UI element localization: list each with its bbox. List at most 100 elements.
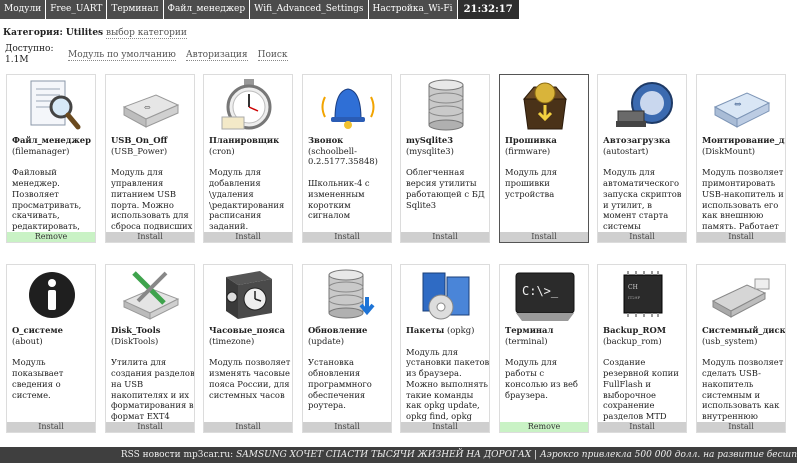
remove-button[interactable]: Remove [7,232,95,242]
packages-icon [411,267,481,323]
database-icon [411,77,481,133]
module-description: Модуль для работы с консолью из веб брау… [505,357,578,400]
module-text: Пакеты (opkg) Модуль для установки пакето… [406,325,490,421]
module-card[interactable]: Пакеты (opkg) Модуль для установки пакето… [400,264,490,433]
module-description: Модуль для прошивки устройства [505,167,558,199]
module-description: Модуль для автоматического запуска скрип… [603,167,682,231]
module-title: Звонок [308,135,344,145]
module-card[interactable]: Прошивка (firmware) Модуль для прошивки у… [499,74,589,243]
module-card[interactable]: Звонок (schoolbell-0.2.5177.35848) Школьн… [302,74,392,243]
module-text: Автозагрузка (autostart) Модуль для автом… [603,135,686,231]
rss-ticker: RSS новости mp3car.ru: SAMSUNG ХОЧЕТ СПА… [0,447,797,463]
module-card[interactable]: ⇔ Монтирование_диск (DiskMount) Модуль поз… [696,74,786,243]
rss-item[interactable]: SAMSUNG ХОЧЕТ СПАСТИ ТЫСЯЧИ ЖИЗНЕЙ НА ДО… [236,450,531,460]
install-button[interactable]: Install [303,422,391,432]
module-title: Терминал [505,325,554,335]
module-text: Звонок (schoolbell-0.2.5177.35848) Школьн… [308,135,391,231]
usb-drive-icon: ⇔ [116,77,186,133]
module-title: Системный_диск [702,325,786,335]
clock: 21:32:17 [457,0,519,19]
module-description: Модуль показывает сведения о системе. [12,357,64,400]
module-text: O_системе (about) Модуль показывает сведе… [12,325,95,421]
tab-wifi-advanced[interactable]: Wifi_Advanced_Settings [250,0,368,19]
tab-wifi-settings[interactable]: Настройка_Wi-Fi [368,0,457,19]
key-lock-icon [608,77,678,133]
default-module-link[interactable]: Модуль по умолчанию [68,50,176,61]
install-button[interactable]: Install [598,422,686,432]
tab-file-manager[interactable]: Файл_менеджер [163,0,250,19]
rss-item[interactable]: Аэроксо привлекла 500 000 долл. на разви… [540,450,797,460]
tab-free-uart[interactable]: Free_UART [46,0,107,19]
install-button[interactable]: Install [303,232,391,242]
module-id: (DiskMount) [702,145,756,156]
module-description: Модуль для управления питанием USB порта… [111,167,193,231]
module-id: (timezone) [209,335,255,346]
svg-text:⇔: ⇔ [144,103,151,112]
search-link[interactable]: Поиск [257,50,288,61]
module-title: Файл_менеджер [12,135,91,145]
file-manager-icon [17,77,87,133]
install-button[interactable]: Install [500,232,588,242]
module-id: (USB_Power) [111,145,168,156]
module-card[interactable]: C:\>_ Терминал (terminal) Модуль для работ… [499,264,589,433]
install-button[interactable]: Install [598,232,686,242]
module-title: O_системе [12,325,64,335]
install-button[interactable]: Install [697,422,785,432]
module-id: (filemanager) [12,145,70,156]
module-id: (opkg) [446,325,475,335]
module-text: Disk_Tools (DiskTools) Утилита для создан… [111,325,194,421]
install-button[interactable]: Install [401,232,489,242]
install-button[interactable]: Install [697,232,785,242]
firmware-box-icon [510,77,580,133]
info-icon [17,267,87,323]
module-card[interactable]: Файл_менеджер (filemanager) Файловый мене… [6,74,96,243]
module-card[interactable]: Обновление (update) Установка обновления … [302,264,392,433]
tab-modules[interactable]: Модули [0,0,46,19]
module-id: (firmware) [505,145,551,156]
category-label: Категория: Utilites [3,28,104,38]
module-card[interactable]: Автозагрузка (autostart) Модуль для автом… [597,74,687,243]
install-button[interactable]: Install [7,422,95,432]
module-card[interactable]: Часовые_пояса (timezone) Модуль позволяет… [203,264,293,433]
module-card[interactable]: Disk_Tools (DiskTools) Утилита для создан… [105,264,195,433]
install-button[interactable]: Install [204,232,292,242]
module-card[interactable]: Системный_диск (usb_system) Модуль позвол… [696,264,786,433]
tab-terminal[interactable]: Терминал [107,0,163,19]
module-title: Планировщик [209,135,280,145]
remove-button[interactable]: Remove [500,422,588,432]
install-button[interactable]: Install [106,422,194,432]
module-title: Часовые_пояса [209,325,285,335]
module-id: (DiskTools) [111,335,159,346]
module-title: Прошивка [505,135,557,145]
install-button[interactable]: Install [401,422,489,432]
module-text: Монтирование_диск (DiskMount) Модуль позв… [702,135,785,231]
category-line: Категория: Utilites выбор категории [3,28,187,39]
module-text: Системный_диск (usb_system) Модуль позвол… [702,325,786,421]
module-title: Disk_Tools [111,325,161,335]
module-card[interactable]: ⇔ USB_On_Off (USB_Power) Модуль для управл… [105,74,195,243]
module-card[interactable]: mySqlite3 (mysqlite3) Облегченная версия … [400,74,490,243]
authorization-link[interactable]: Авторизация [185,50,248,61]
module-card[interactable]: Планировщик (cron) Модуль для добавления … [203,74,293,243]
module-description: Модуль позволяет сделать USB-накопитель … [702,357,784,421]
rss-prefix: RSS новости mp3car.ru: [120,450,234,460]
module-description: Файловый менеджер. Позволяет просматрива… [12,167,82,231]
module-text: Терминал (terminal) Модуль для работы с к… [505,325,588,421]
module-text: USB_On_Off (USB_Power) Модуль для управле… [111,135,194,231]
install-button[interactable]: Install [204,422,292,432]
rss-separator: | [534,450,538,460]
svg-text:⇔: ⇔ [734,100,742,110]
usb-stick-icon [707,267,777,323]
module-text: mySqlite3 (mysqlite3) Облегченная версия … [406,135,489,231]
bell-icon [313,77,383,133]
module-id: (update) [308,335,344,346]
module-card[interactable]: CH IT29F Backup_ROM (backup_rom) Создание р… [597,264,687,433]
module-description: Модуль для установки пакетов из браузера… [406,346,490,421]
module-card[interactable]: O_системе (about) Модуль показывает сведе… [6,264,96,433]
module-id: (cron) [209,145,235,156]
module-title: mySqlite3 [406,135,454,145]
choose-category-link[interactable]: выбор категории [106,28,187,39]
svg-text:CH: CH [628,284,638,291]
chip-icon: CH IT29F [608,267,678,323]
install-button[interactable]: Install [106,232,194,242]
